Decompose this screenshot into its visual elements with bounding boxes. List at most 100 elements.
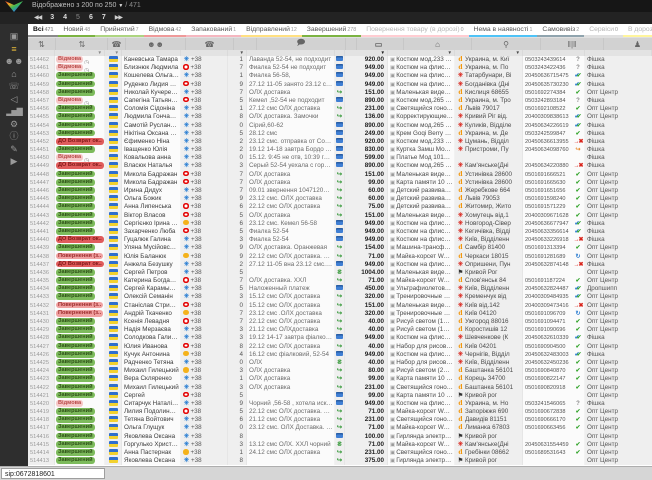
ttn-cell[interactable]: 20450635730230✔✔ (523, 81, 585, 89)
filter-cell[interactable]: ▼ (388, 50, 455, 56)
product-cell[interactable]: ▣Костюм мод.265 (1шт. х 890.00 (388, 122, 455, 130)
table-row-order-514438[interactable]: 514438Повернення (з..Юлія Баланюк+38922.… (28, 253, 652, 261)
ttn-cell[interactable]: 0503242893184? (523, 97, 585, 105)
phone-cell[interactable]: ✳+38 (181, 261, 228, 269)
phone-cell[interactable]: ✳+38 (181, 105, 228, 113)
phone-cell[interactable]: +38 (181, 343, 228, 351)
phone-cell[interactable]: ✳+38 (181, 424, 228, 432)
product-cell[interactable]: ▣Куртка Замш Мод. 250 (1шт. х 8 (388, 146, 455, 154)
ttn-cell[interactable]: 0501691313394✔ (523, 244, 585, 252)
table-row-order-514418[interactable]: 514418ЗавершенийТетяна Войтович✳+38621.1… (28, 416, 652, 424)
sidebar-calls-icon[interactable]: ☏ (0, 80, 28, 92)
table-row-order-514448[interactable]: 514448ЗавершенийМикола Бадражан+387ОЛХ д… (28, 171, 652, 179)
sort-id-icon[interactable]: ⇅ (28, 38, 56, 50)
ttn-cell[interactable]: 20450632874148→✖ (523, 261, 585, 269)
product-cell[interactable]: ▣Светящийся гоночный трек Ма (388, 105, 455, 113)
table-row-order-514454[interactable]: 514454ЗавершенийСамотій Руслана Во✳+380С… (28, 122, 652, 130)
product-cell[interactable]: ▣Костюм на флисе Мод.1014 (1шт. х 949.00 (388, 334, 455, 342)
ttn-cell[interactable]: 20450632483003✔✔ (523, 351, 585, 359)
tab-самовивіз[interactable]: Самовивіз2 (537, 24, 584, 37)
table-row-order-514456[interactable]: 514456ЗавершенийСоломія Сідоніна✳+38127.… (28, 105, 652, 113)
product-cell[interactable]: ▣Костюм мод.233 разм,48-58 (1шт. х 920.0… (388, 138, 455, 146)
tab-запакований[interactable]: Запакований1 (186, 24, 241, 37)
product-cell[interactable]: ▣Маленькая видеокамера SQ8 *1 (388, 89, 455, 97)
phone-cell[interactable]: ✳+38 (181, 146, 228, 154)
ttn-cell[interactable]: 20450632450236✔ (523, 359, 585, 367)
tab-повернення-товару-в-дорозі-[interactable]: Повернення товару (в дорозі)0 (361, 24, 468, 37)
sidebar-campaigns-icon[interactable]: ◁ (0, 93, 28, 105)
product-cell[interactable]: ▣Майка-корсет Waist Trainer *142 (388, 441, 455, 449)
filter-dropdown-icon[interactable]: ▼ (381, 50, 385, 55)
table-row-order-514431[interactable]: 514431Повернення (з..Андрій Ткаченко+387… (28, 310, 652, 318)
phone-cell[interactable]: ✳+38 (181, 236, 228, 244)
table-row-order-514429[interactable]: 514429ЗавершенийНадія Мерзаєва✳+38321.12… (28, 326, 652, 334)
product-cell[interactable]: ▣Детский развивающий констру (388, 187, 455, 195)
page-number-7[interactable]: 7 (102, 12, 106, 24)
ttn-cell[interactable]: 0501691666521✔ (523, 171, 585, 179)
table-row-order-514419[interactable]: 514419ЗавершенийЛилия Подолинская+38522.… (28, 408, 652, 416)
product-cell[interactable]: ▣Майка-корсет Waist Trainer *142 (388, 408, 455, 416)
ttn-cell[interactable]: 0501691090696✔ (523, 326, 585, 334)
product-cell[interactable]: ▣Тренировочные петли TRX Train (388, 310, 455, 318)
product-cell[interactable]: ▣Тренировочные петли TRX Train (388, 293, 455, 301)
phone-cell[interactable]: ✳+38 (181, 244, 228, 252)
product-cell[interactable]: ▣Костюм на флисе Мод.1014 (1шт. х 949.00 (388, 400, 455, 408)
product-cell[interactable]: ▣Костюм на флисе Мод.1014 (1шт. х 949.00 (388, 228, 455, 236)
ttn-cell[interactable]: 0501691571229✔ (523, 203, 585, 211)
ttn-cell[interactable]: 20450632610339✔✔ (523, 334, 585, 342)
table-row-order-514436[interactable]: 514436ЗавершенийСергей Петров✳+385₴1004.… (28, 269, 652, 277)
product-cell[interactable]: ▣Костюм на флисе Мод.1014 (1шт. х 949.00 (388, 64, 455, 72)
product-cell[interactable]: ▣Гирлянда электрическая (100 л (388, 433, 455, 441)
comment-icon[interactable]: 🗩 (257, 38, 346, 50)
phone-cell[interactable]: +38 (181, 253, 228, 261)
phone-cell[interactable]: ✳+38 (181, 195, 228, 203)
product-cell[interactable]: ▣Маленькая видеокамера SQ8 *1 (388, 171, 455, 179)
phone-cell[interactable]: ✳+38 (181, 269, 228, 277)
table-row-order-514450[interactable]: 514450Відмова◷Ковальова анна✳+38015.12. … (28, 154, 652, 162)
phone-cell[interactable]: +38 (181, 408, 228, 416)
ttn-cell[interactable]: 0501690822147✔ (523, 375, 585, 383)
ttn-cell[interactable]: 0501690820918✔ (523, 384, 585, 392)
phone-cell[interactable]: +38 (181, 392, 228, 400)
sidebar-video-icon[interactable]: ▶ (0, 155, 28, 167)
ttn-cell[interactable]: 20450634220880→✖ (523, 162, 585, 170)
ttn-cell[interactable] (523, 433, 585, 441)
phone-cell[interactable]: ✳+38 (181, 293, 228, 301)
phone-cell[interactable]: ✳+38 (181, 138, 228, 146)
phone-cell[interactable]: ✳+38 (181, 441, 228, 449)
ttn-cell[interactable]: 0501690672838✔ (523, 408, 585, 416)
product-cell[interactable]: ▣Рисуй светом (2шт. х 40.00 = 80 (388, 367, 455, 375)
product-cell[interactable]: ▣Карта памяти 10 класс - 32Гб *1 (388, 179, 455, 187)
ttn-cell[interactable]: 0503242599847✔ (523, 130, 585, 138)
table-row-order-514416[interactable]: 514416ЗавершенийЯковлева Оксана✳+388100.… (28, 433, 652, 441)
page-number-3[interactable]: 3 (50, 12, 54, 24)
phone-cell[interactable]: +38 (181, 81, 228, 89)
ttn-cell[interactable]: 20450632824487✔✔ (523, 285, 585, 293)
table-row-order-514457[interactable]: 514457Відмова◷Сапегіна Татьяна С+385Кеме… (28, 97, 652, 105)
phone-icon[interactable]: ☎ (186, 38, 234, 50)
table-row-order-514451[interactable]: 514451ЗавершенийІващенко Юлія✳+38219.12 … (28, 146, 652, 154)
phone-cell[interactable]: ✳+38 (181, 122, 228, 130)
product-cell[interactable]: ▣Набор для рисования в темнот (388, 343, 455, 351)
table-row-order-514447[interactable]: 514447ЗавершенийМикола Бадражан+387ОЛХ д… (28, 179, 652, 187)
ttn-cell[interactable]: 20400309473416→✖ (523, 302, 585, 310)
ttn-cell[interactable]: 20400309484935✔✔ (523, 293, 585, 301)
phone-cell[interactable]: ✳+38 (181, 162, 228, 170)
phone-cell[interactable]: +38 (181, 179, 228, 187)
ttn-cell[interactable]: 0501690666170✔ (523, 416, 585, 424)
product-cell[interactable]: ▣Рисуй светом (1шт. х 40.00 = 40 (388, 318, 455, 326)
phone-cell[interactable]: +38 (181, 277, 228, 285)
ttn-cell[interactable]: 0503241546065? (523, 400, 585, 408)
product-cell[interactable]: ▣Рисуй светом (1шт. х 40.00 = 40 (388, 326, 455, 334)
phone-cell[interactable]: ✳+38 (181, 433, 228, 441)
product-cell[interactable]: ▣Светящийся гоночный трек Ма (388, 384, 455, 392)
filter-dropdown-icon[interactable]: ▼ (516, 50, 520, 55)
sidebar-design-icon[interactable]: ✎ (0, 143, 28, 155)
phone-cell[interactable]: ✳+38 (181, 384, 228, 392)
product-cell[interactable]: ▣Машина-трансформер ламборд (388, 244, 455, 252)
product-cell[interactable]: ▣Крем Goqi Berry Facial Cream *3 (388, 130, 455, 138)
product-cell[interactable]: ▣Светящийся гоночный трек Ма (388, 416, 455, 424)
phone-cell[interactable]: +38 (181, 171, 228, 179)
phone-cell[interactable]: +38 (181, 203, 228, 211)
table-row-order-514445[interactable]: 514445ЗавершенийОльга Божик✳+38923.12 см… (28, 195, 652, 203)
